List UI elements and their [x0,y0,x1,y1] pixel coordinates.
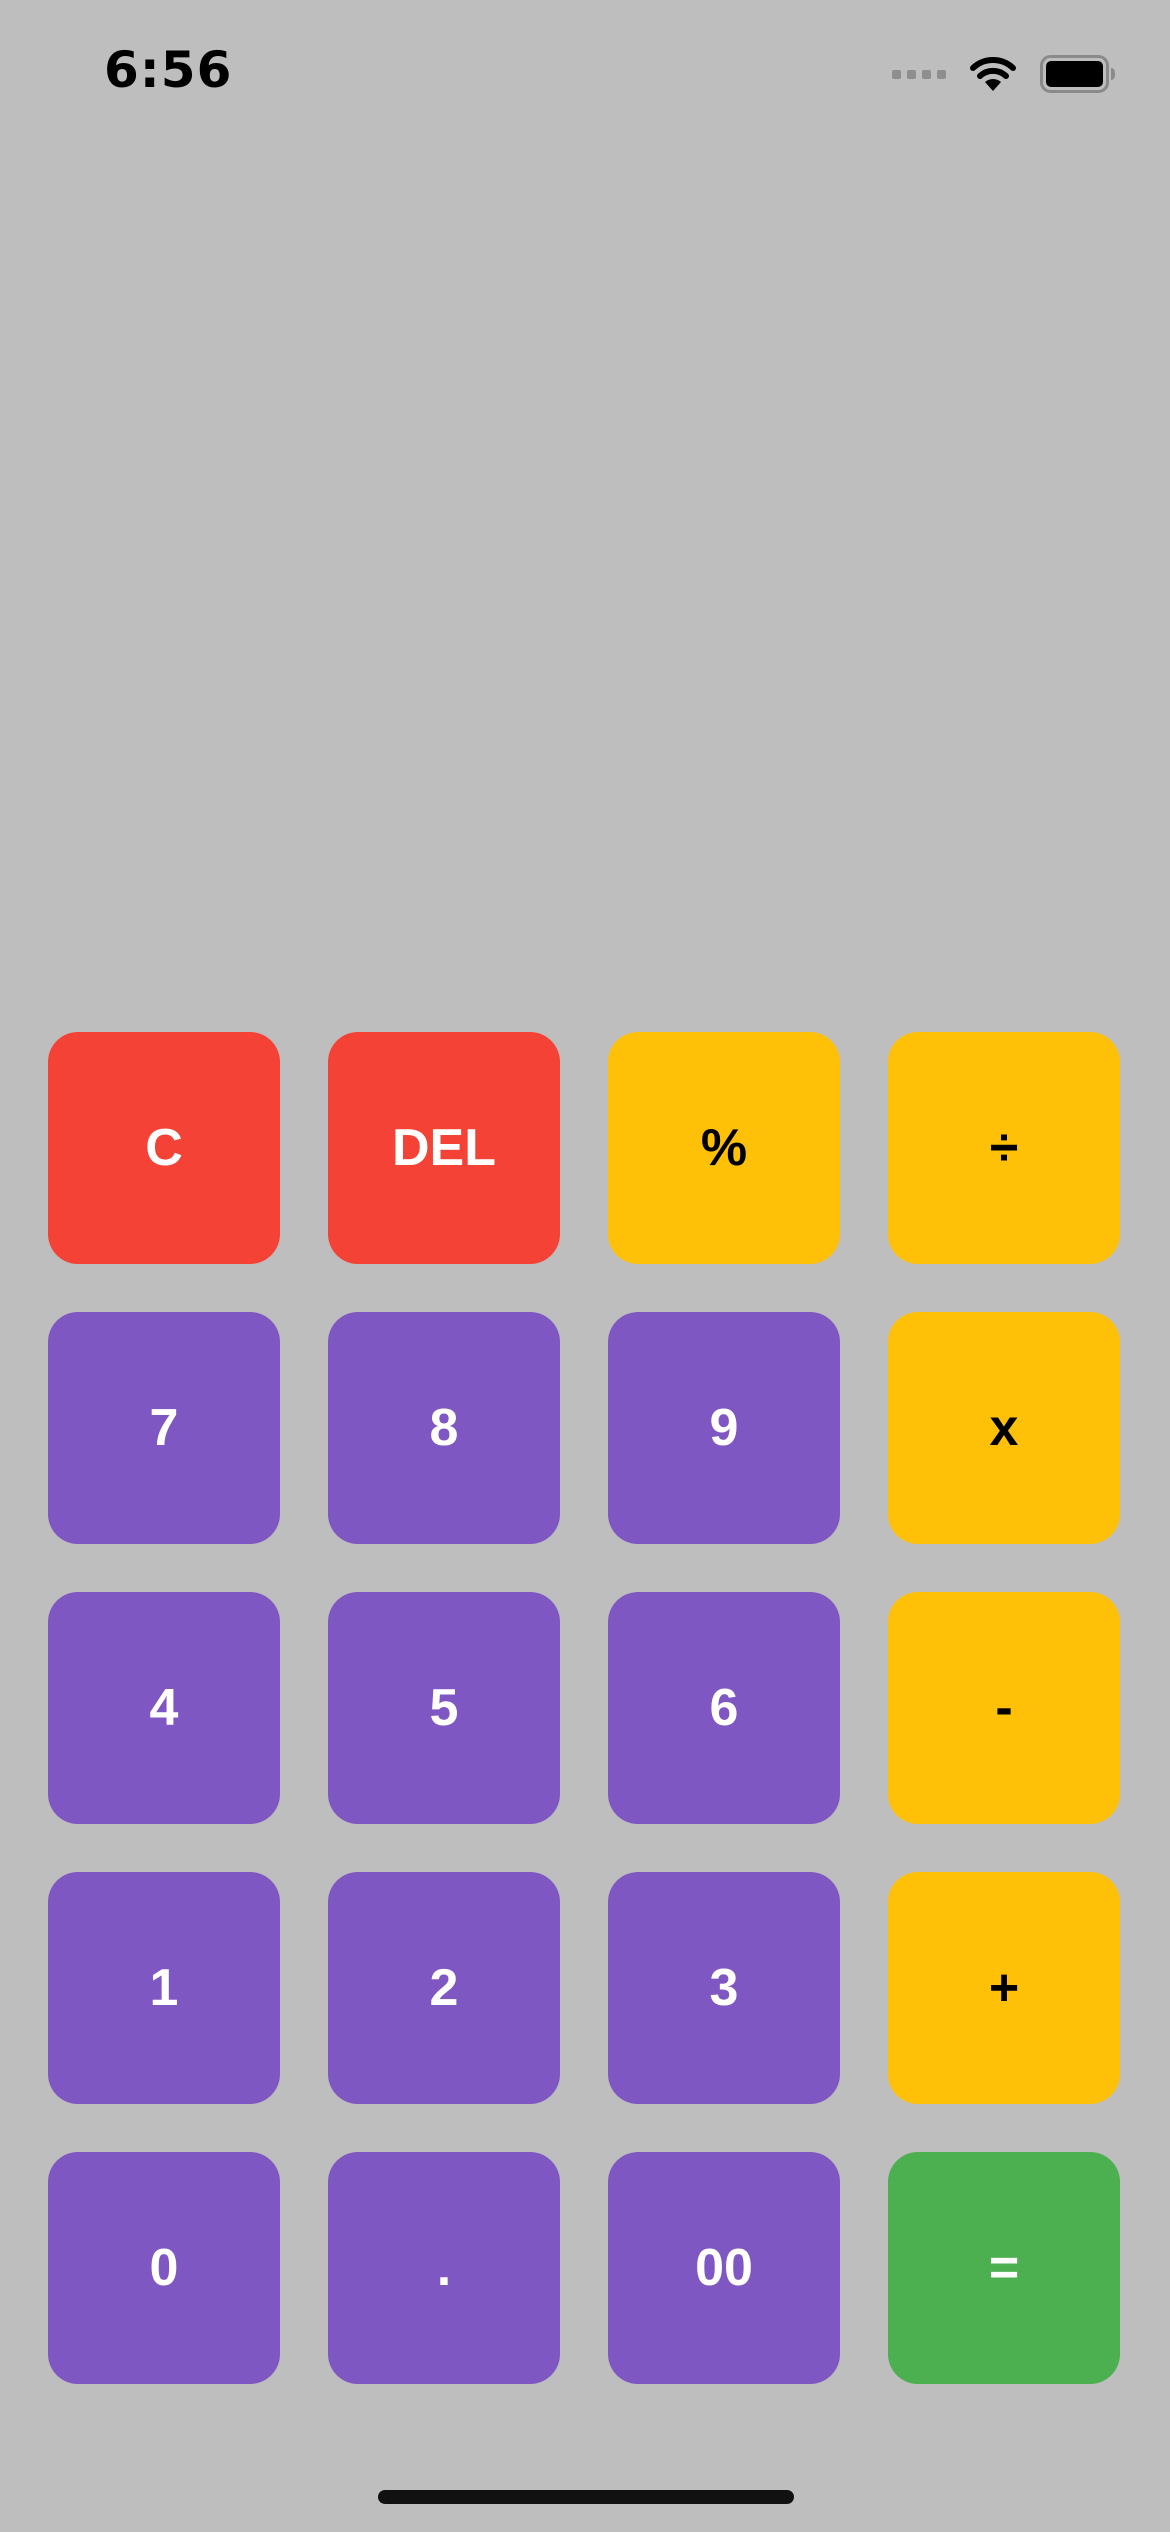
status-time: 6:56 [104,41,233,99]
percent-button[interactable]: % [608,1032,840,1264]
home-indicator[interactable] [378,2490,794,2504]
double-zero-button[interactable]: 00 [608,2152,840,2384]
digit-8-button[interactable]: 8 [328,1312,560,1544]
digit-7-button[interactable]: 7 [48,1312,280,1544]
wifi-icon [968,55,1018,93]
calculator-display [48,160,1122,1000]
digit-2-button[interactable]: 2 [328,1872,560,2104]
divide-button[interactable]: ÷ [888,1032,1120,1264]
status-bar: 6:56 [0,0,1170,150]
delete-button[interactable]: DEL [328,1032,560,1264]
battery-icon [1040,55,1116,93]
keypad: C DEL % ÷ 7 8 9 x 4 5 6 - 1 2 3 + 0 . 00… [48,1032,1122,2384]
digit-9-button[interactable]: 9 [608,1312,840,1544]
equals-button[interactable]: = [888,2152,1120,2384]
digit-1-button[interactable]: 1 [48,1872,280,2104]
digit-6-button[interactable]: 6 [608,1592,840,1824]
signal-dots-icon [892,69,946,79]
digit-5-button[interactable]: 5 [328,1592,560,1824]
clear-button[interactable]: C [48,1032,280,1264]
digit-0-button[interactable]: 0 [48,2152,280,2384]
digit-4-button[interactable]: 4 [48,1592,280,1824]
decimal-point-button[interactable]: . [328,2152,560,2384]
status-icons [892,52,1116,96]
multiply-button[interactable]: x [888,1312,1120,1544]
add-button[interactable]: + [888,1872,1120,2104]
subtract-button[interactable]: - [888,1592,1120,1824]
digit-3-button[interactable]: 3 [608,1872,840,2104]
